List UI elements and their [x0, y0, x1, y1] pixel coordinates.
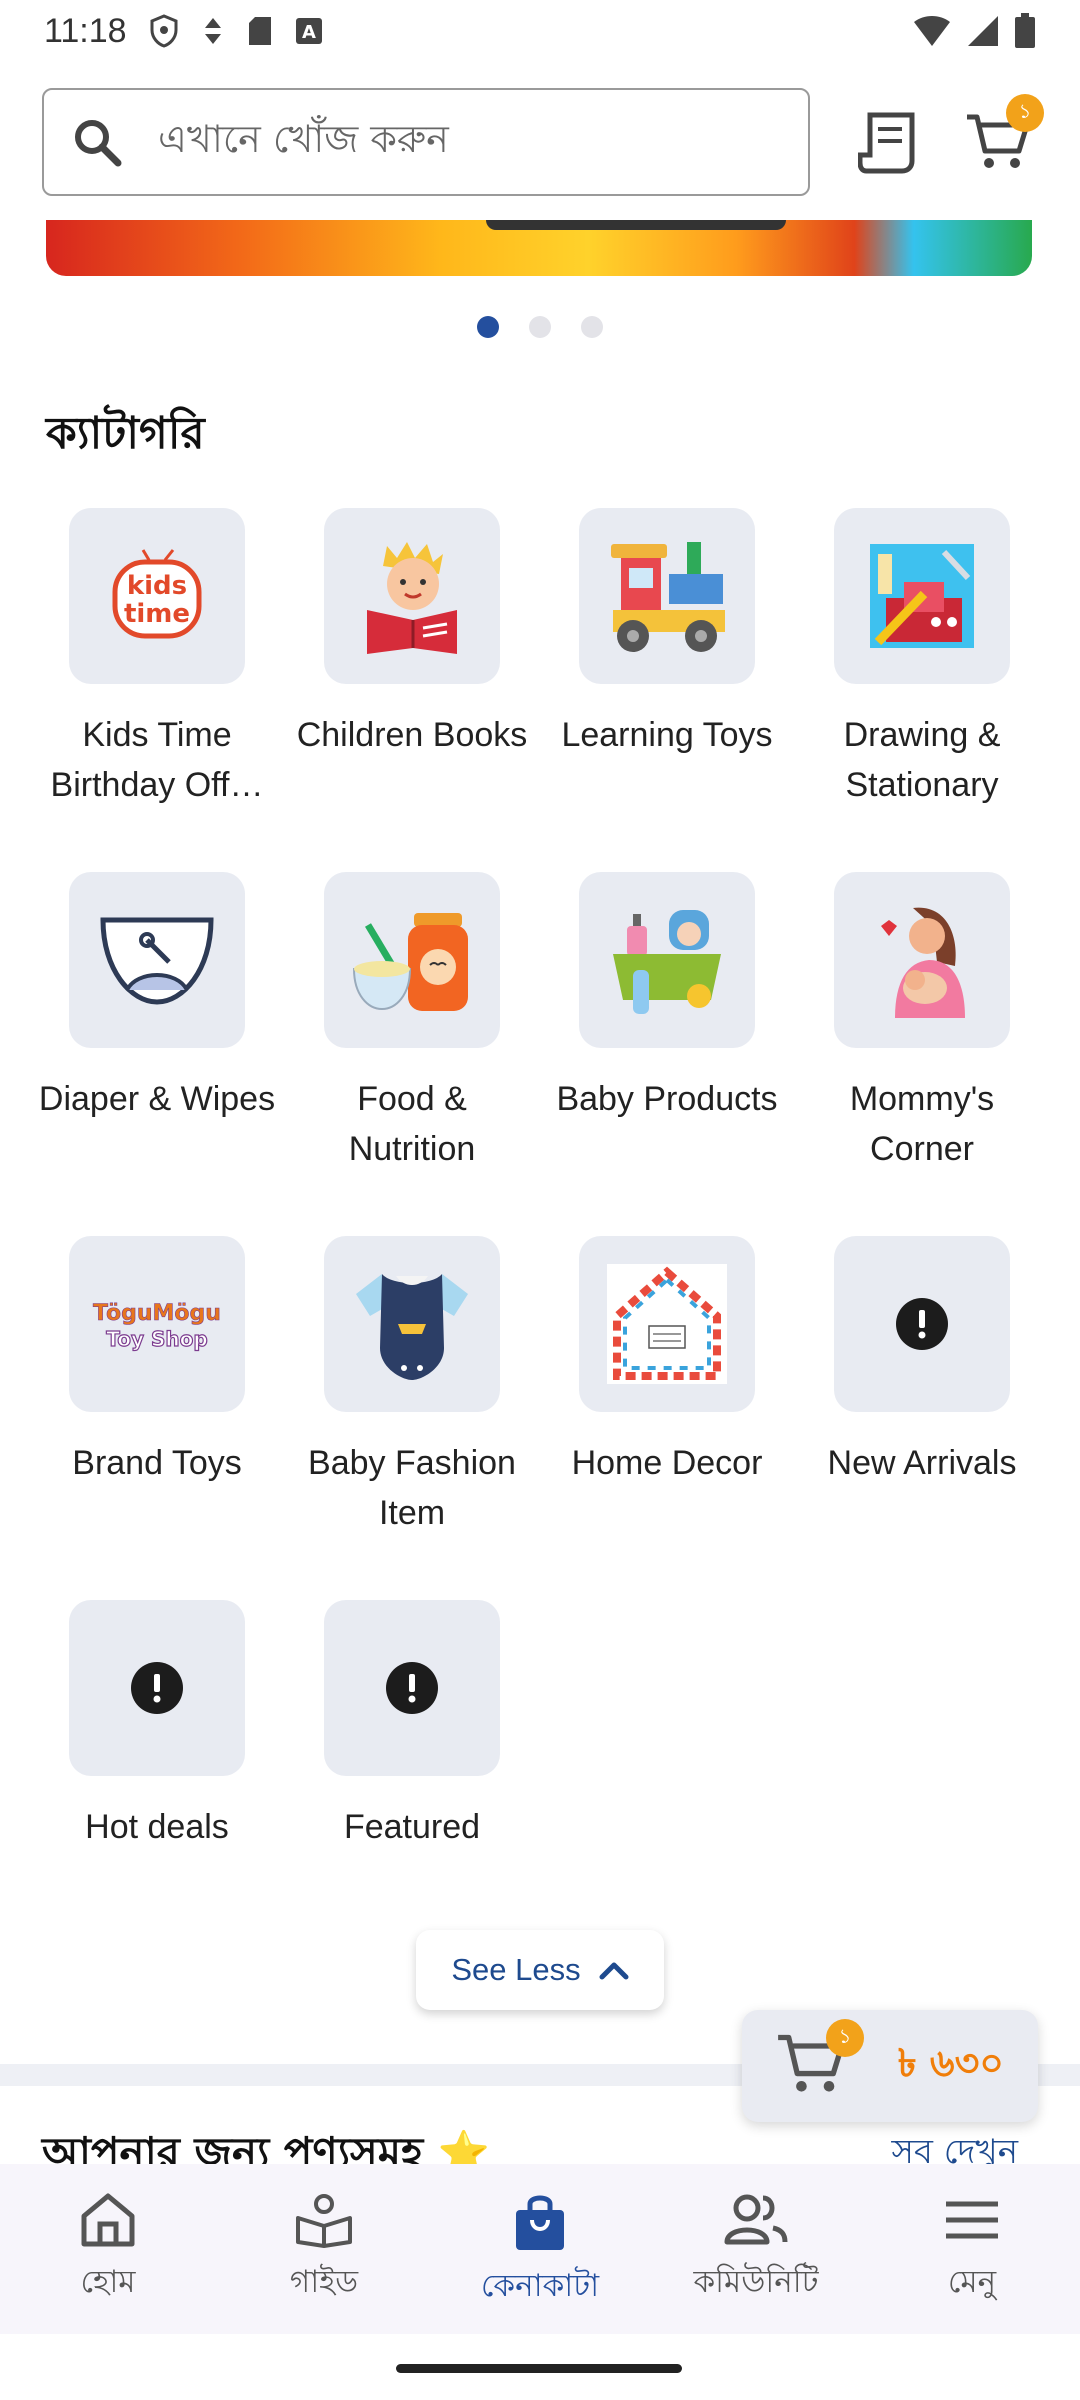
status-bar: 11:18 A: [0, 0, 1080, 62]
nav-menu[interactable]: মেনু: [864, 2164, 1080, 2334]
baby-products-basket-icon: [613, 910, 721, 1014]
nav-label: গাইড: [289, 2264, 359, 2300]
search-icon: [75, 120, 122, 167]
receipt-icon: [858, 112, 915, 174]
battery-icon: [1015, 13, 1035, 48]
order-list-button[interactable]: [846, 100, 930, 184]
wifi-icon: [914, 16, 950, 46]
search-input[interactable]: এখানে খোঁজ করুন: [42, 88, 810, 196]
exclamation-icon: [896, 1298, 948, 1350]
stationery-set-icon: [870, 544, 974, 648]
category-children-books[interactable]: Children Books: [292, 508, 532, 760]
sd-card-icon: [248, 17, 271, 45]
mother-with-baby-icon: [881, 907, 965, 1018]
category-mommys-corner[interactable]: Mommy's Corner: [802, 872, 1042, 1174]
cart-button[interactable]: ১: [956, 94, 1044, 184]
diaper-icon: [100, 917, 214, 1005]
category-label: Baby Fashion Item: [308, 1444, 516, 1532]
svg-text:Toy Shop: Toy Shop: [106, 1327, 207, 1351]
nav-guide[interactable]: গাইড: [216, 2164, 432, 2334]
font-icon: A: [295, 18, 322, 44]
cart-badge: ১: [1006, 94, 1044, 132]
category-brand-toys[interactable]: TöguMögu Toy Shop Brand Toys: [37, 1236, 277, 1488]
carousel-dot[interactable]: [477, 316, 499, 338]
exclamation-icon: [131, 1662, 183, 1714]
carousel-dot[interactable]: [581, 316, 603, 338]
svg-text:A: A: [302, 22, 316, 43]
carousel-dot[interactable]: [529, 316, 551, 338]
data-saver-icon: [204, 18, 221, 44]
guide-icon: [296, 2194, 352, 2248]
carousel-dots: [0, 316, 1080, 338]
home-indicator[interactable]: [396, 2364, 682, 2373]
baby-romper-icon: [356, 1274, 468, 1380]
shopping-bag-icon: [516, 2195, 564, 2250]
category-label: Baby Products: [556, 1080, 778, 1118]
category-label: Brand Toys: [72, 1444, 242, 1482]
baby-food-jar-icon: [352, 913, 468, 1011]
home-icon: [81, 2193, 135, 2247]
see-less-label: See Less: [451, 1952, 581, 1987]
search-placeholder: এখানে খোঁজ করুন: [158, 117, 449, 161]
category-new-arrivals[interactable]: New Arrivals: [802, 1236, 1042, 1488]
category-food-nutrition[interactable]: Food & Nutrition: [292, 872, 532, 1174]
community-icon: [724, 2194, 788, 2245]
nav-label: কমিউনিটি: [693, 2264, 819, 2300]
category-hot-deals[interactable]: Hot deals: [37, 1600, 277, 1852]
kids-time-logo-icon: kids time: [112, 549, 202, 639]
category-drawing-stationary[interactable]: Drawing & Stationary: [802, 508, 1042, 810]
category-label: Kids Time Birthday Off…: [50, 716, 264, 804]
category-label: Learning Toys: [561, 716, 773, 754]
category-label: Diaper & Wipes: [38, 1080, 276, 1118]
nav-shopping[interactable]: কেনাকাটা: [432, 2164, 648, 2334]
menu-icon: [946, 2201, 998, 2239]
category-label: Home Decor: [571, 1444, 763, 1482]
home-decor-house-icon: [607, 1264, 727, 1384]
nav-community[interactable]: কমিউনিটি: [648, 2164, 864, 2334]
category-baby-fashion[interactable]: Baby Fashion Item: [292, 1236, 532, 1538]
category-baby-products[interactable]: Baby Products: [547, 872, 787, 1124]
nav-home[interactable]: হোম: [0, 2164, 216, 2334]
category-label: Mommy's Corner: [849, 1080, 995, 1168]
category-label: Featured: [343, 1808, 481, 1846]
exclamation-icon: [386, 1662, 438, 1714]
svg-text:kids: kids: [127, 571, 187, 601]
category-label: Drawing & Stationary: [843, 716, 1001, 804]
nav-label: কেনাকাটা: [480, 2268, 600, 2304]
signal-icon: [968, 16, 998, 46]
category-featured[interactable]: Featured: [292, 1600, 532, 1852]
floating-cart-badge: ১: [826, 2019, 864, 2057]
toy-train-icon: [611, 542, 725, 652]
floating-cart-button[interactable]: ১ ৳ ৬৩০: [742, 2010, 1038, 2122]
promo-banner[interactable]: [46, 220, 1032, 276]
bottom-navigation: হোম গাইড কেনাকাটা কমিউনিটি মেনু: [0, 2164, 1080, 2334]
category-home-decor[interactable]: Home Decor: [547, 1236, 787, 1488]
category-kids-time[interactable]: kids time Kids Time Birthday Off…: [37, 508, 277, 810]
see-less-button[interactable]: See Less: [416, 1930, 664, 2010]
category-learning-toys[interactable]: Learning Toys: [547, 508, 787, 760]
shield-icon: [150, 14, 178, 48]
categories-title: ক্যাটাগরি: [46, 408, 205, 459]
category-label: New Arrivals: [827, 1444, 1017, 1482]
nav-label: হোম: [80, 2264, 136, 2300]
togu-mogu-logo-icon: TöguMögu Toy Shop: [93, 1301, 221, 1352]
status-time: 11:18: [44, 11, 127, 50]
cart-total-price: ৳ ৬৩০: [897, 2041, 1004, 2085]
svg-text:TöguMögu: TöguMögu: [93, 1301, 221, 1326]
child-reading-book-icon: [367, 542, 457, 654]
chevron-up-icon: [599, 1962, 629, 1980]
svg-text:time: time: [124, 599, 190, 629]
category-label: Food & Nutrition: [348, 1080, 476, 1168]
category-label: Children Books: [296, 716, 528, 754]
category-label: Hot deals: [85, 1808, 229, 1846]
nav-label: মেনু: [947, 2264, 997, 2300]
category-diaper-wipes[interactable]: Diaper & Wipes: [37, 872, 277, 1124]
